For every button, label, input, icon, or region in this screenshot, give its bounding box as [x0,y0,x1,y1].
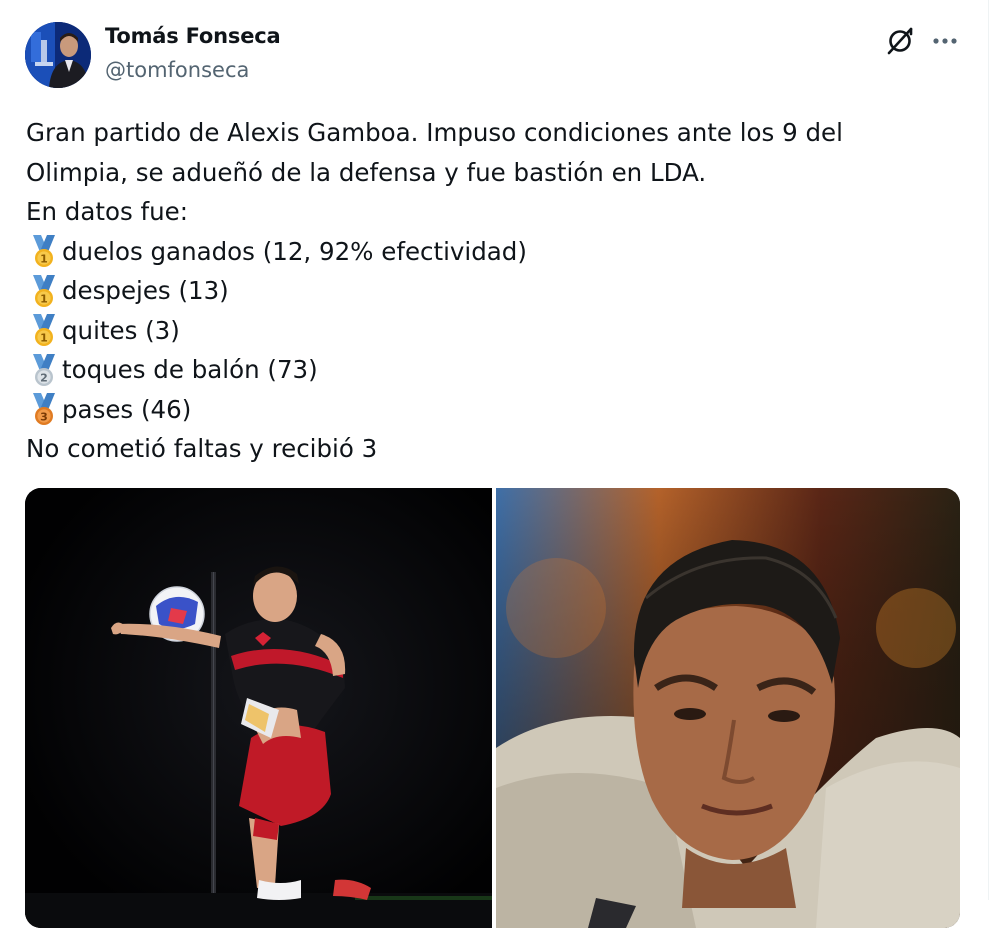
tweet-text: Gran partido de Alexis Gamboa. Impuso co… [26,113,956,469]
tweet-line: Gran partido de Alexis Gamboa. Impuso co… [26,118,843,147]
stat-text: despejes (13) [62,276,229,305]
grok-icon[interactable] [884,25,916,57]
first-place-medal-icon: 1 [26,312,62,348]
tweet-line: No cometió faltas y recibió 3 [26,434,378,463]
more-horizontal-icon[interactable] [928,25,962,57]
tweet-line: Olimpia, se adueñó de la defensa y fue b… [26,157,707,187]
stat-line: 1 duelos ganados (12, 92% efectividad) [26,232,956,272]
tweet-card: Tomás Fonseca @tomfonseca Gran partido d… [0,0,998,928]
medal-rank: 1 [40,253,48,266]
first-place-medal-icon: 1 [26,273,62,309]
author-handle[interactable]: @tomfonseca [105,58,249,82]
timeline-border [988,0,989,900]
stat-line: 3 pases (46) [26,390,956,430]
avatar-image [25,22,91,88]
second-place-medal-icon: 2 [26,352,62,388]
stat-text: quites (3) [62,315,180,345]
medal-rank: 3 [40,411,48,424]
stat-text: toques de balón (73) [62,355,318,384]
medal-rank: 2 [40,371,48,384]
photo-player-kicking-ball[interactable] [25,488,492,928]
photo-player-portrait[interactable] [496,488,960,928]
stat-text: pases (46) [62,394,192,424]
first-place-medal-icon: 1 [26,233,62,269]
avatar[interactable] [25,22,91,88]
stat-line: 2 toques de balón (73) [26,350,956,390]
media-grid [25,488,960,928]
stat-text: duelos ganados (12, 92% efectividad) [62,236,527,266]
tweet-line: En datos fue: [26,197,188,226]
third-place-medal-icon: 3 [26,391,62,427]
medal-rank: 1 [40,292,48,305]
medal-rank: 1 [40,332,48,345]
stat-line: 1 despejes (13) [26,271,956,311]
stat-line: 1 quites (3) [26,311,956,351]
author-name[interactable]: Tomás Fonseca [105,24,281,48]
